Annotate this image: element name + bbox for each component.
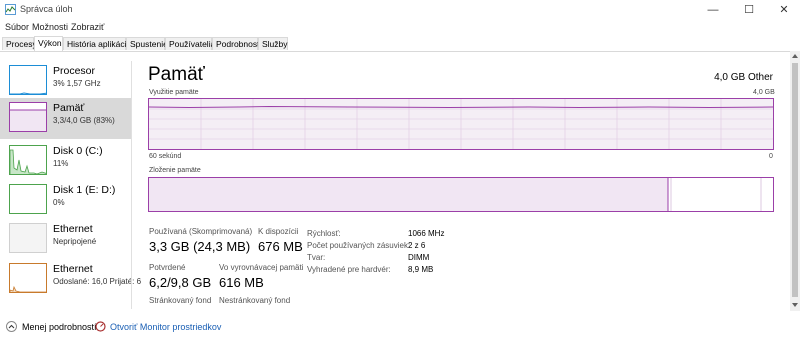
memory-total: 4,0 GB Other — [714, 72, 773, 83]
memory-thumbnail — [9, 102, 47, 132]
hardware-reserved-value: 8,9 MB — [408, 265, 434, 274]
committed-label: Potvrdené — [149, 263, 186, 272]
sidebar-item-ethernet-1[interactable]: Ethernet Nepripojené — [0, 219, 131, 260]
ethernet-2-thumbnail — [9, 263, 47, 293]
menu-moznosti[interactable]: Možnosti — [32, 22, 68, 32]
sidebar-item-title: Ethernet — [53, 223, 93, 235]
available-value: 676 MB — [258, 239, 303, 254]
memory-composition-bar — [148, 177, 774, 212]
task-manager-icon — [5, 4, 16, 15]
sidebar-item-title: Disk 0 (C:) — [53, 145, 103, 157]
tab-podrobnosti[interactable]: Podrobnosti — [212, 37, 261, 50]
cpu-thumbnail — [9, 65, 47, 95]
cached-value: 616 MB — [219, 275, 264, 290]
sidebar-item-disk-0[interactable]: Disk 0 (C:) 11% — [0, 141, 131, 182]
speed-value: 1066 MHz — [408, 229, 445, 238]
sidebar-item-pamat[interactable]: Pamäť 3,3/4,0 GB (83%) — [0, 98, 131, 139]
tab-bar: Procesy Výkon História aplikácií Spusten… — [0, 36, 800, 52]
paged-pool-label: Stránkovaný fond — [149, 296, 212, 305]
title-bar: Správca úloh — ☐ ✕ — [0, 0, 800, 20]
scroll-thumb — [792, 63, 798, 297]
minimize-button[interactable]: — — [700, 2, 726, 18]
tab-spustenie[interactable]: Spustenie — [126, 37, 168, 50]
usage-graph-max: 4,0 GB — [753, 89, 775, 96]
tab-pouzivatelia[interactable]: Používatelia — [165, 37, 215, 50]
menu-subor[interactable]: Súbor — [5, 22, 29, 32]
sidebar-item-subtitle: 3,3/4,0 GB (83%) — [53, 116, 115, 125]
footer-bar: Menej podrobností Otvoriť Monitor prostr… — [0, 316, 800, 343]
vertical-scrollbar[interactable] — [790, 51, 800, 311]
sidebar-item-subtitle: Nepripojené — [53, 237, 97, 246]
disk-0-thumbnail — [9, 145, 47, 175]
available-label: K dispozícii — [258, 227, 299, 236]
sidebar-item-title: Ethernet — [53, 263, 93, 275]
memory-usage-graph — [148, 98, 774, 150]
composition-label: Zloženie pamäte — [149, 167, 201, 174]
close-button[interactable]: ✕ — [771, 2, 797, 18]
sidebar-item-ethernet-2[interactable]: Ethernet Odoslané: 16,0 Prijaté: 6 — [0, 259, 141, 300]
time-axis-min: 0 — [769, 153, 773, 160]
sidebar-item-disk-1[interactable]: Disk 1 (E: D:) 0% — [0, 180, 131, 221]
time-axis-label: 60 sekúnd — [149, 153, 182, 160]
disk-1-thumbnail — [9, 184, 47, 214]
usage-graph-label: Využitie pamäte — [149, 89, 199, 96]
page-title: Pamäť — [148, 64, 205, 85]
tab-vykon[interactable]: Výkon — [34, 36, 63, 51]
committed-value: 6,2/9,8 GB — [149, 275, 212, 290]
scroll-down-arrow-icon — [792, 303, 798, 307]
slots-value: 2 z 6 — [408, 241, 426, 250]
slots-label: Počet používaných zásuviek: — [307, 241, 411, 250]
sidebar-item-subtitle: 3% 1,57 GHz — [53, 79, 101, 88]
tab-sluzby[interactable]: Služby — [258, 37, 288, 50]
sidebar-divider — [131, 61, 132, 309]
hardware-reserved-label: Vyhradené pre hardvér: — [307, 265, 391, 274]
scroll-up-arrow-icon — [792, 54, 798, 58]
sidebar-item-subtitle: Odoslané: 16,0 Prijaté: 6 — [53, 277, 142, 286]
sidebar-item-procesor[interactable]: Procesor 3% 1,57 GHz — [0, 61, 131, 102]
memory-usage-grid — [148, 99, 774, 149]
ethernet-1-thumbnail — [9, 223, 47, 253]
resource-monitor-icon — [95, 321, 106, 332]
window-title: Správca úloh — [20, 4, 73, 14]
sidebar-item-title: Pamäť — [53, 102, 85, 114]
chevron-up-icon[interactable] — [6, 321, 17, 332]
in-use-value: 3,3 GB (24,3 MB) — [149, 239, 251, 254]
in-use-label: Používaná (Skomprimovaná) — [149, 227, 253, 236]
sidebar-item-title: Disk 1 (E: D:) — [53, 184, 116, 196]
open-resource-monitor-link[interactable]: Otvoriť Monitor prostriedkov — [110, 322, 221, 332]
less-details-button[interactable]: Menej podrobností — [22, 322, 97, 332]
tab-historia-aplikacii[interactable]: História aplikácií — [63, 37, 129, 50]
nonpaged-pool-label: Nestránkovaný fond — [219, 296, 291, 305]
resource-sidebar: Procesor 3% 1,57 GHz Pamäť 3,3/4,0 GB (8… — [0, 61, 141, 311]
sidebar-item-subtitle: 0% — [53, 198, 65, 207]
tab-procesy[interactable]: Procesy — [2, 37, 37, 50]
form-factor-value: DIMM — [408, 253, 430, 262]
form-factor-label: Tvar: — [307, 253, 326, 262]
maximize-button[interactable]: ☐ — [736, 2, 762, 18]
menu-zobrazit[interactable]: Zobraziť — [71, 22, 104, 32]
sidebar-item-subtitle: 11% — [53, 159, 69, 168]
sidebar-item-title: Procesor — [53, 65, 96, 77]
speed-label: Rýchlosť: — [307, 229, 341, 238]
cached-label: Vo vyrovnávacej pamäti — [219, 263, 304, 272]
